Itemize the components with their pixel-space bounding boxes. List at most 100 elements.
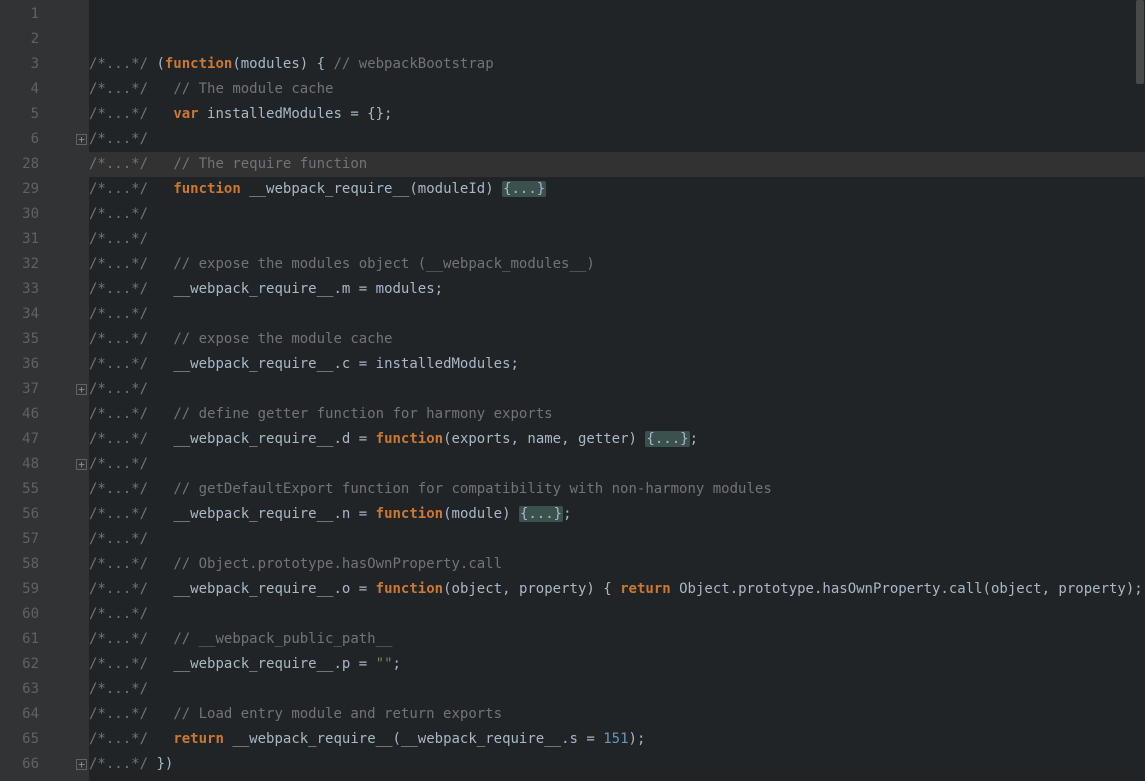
code-line[interactable]: /*...*/ [89, 127, 1145, 152]
fold-column: + + + + [47, 0, 89, 781]
block-comment-marker: /*...*/ [89, 356, 148, 372]
keyword: return [173, 731, 224, 747]
code-line[interactable]: /*...*/ // expose the modules object (__… [89, 252, 1145, 277]
code-line[interactable]: /*...*/ __webpack_require__.c = installe… [89, 352, 1145, 377]
code-token: = [350, 656, 375, 672]
line-number: 56 [0, 502, 39, 527]
code-token [148, 281, 173, 297]
code-token: , [1042, 581, 1059, 597]
line-number: 2 [0, 27, 39, 52]
block-comment-marker: /*...*/ [89, 631, 148, 647]
code-token: s [570, 731, 578, 747]
folded-region[interactable]: {...} [502, 181, 546, 197]
code-token: __webpack_require__ [249, 181, 409, 197]
line-number: 1 [0, 2, 39, 27]
code-line[interactable]: /*...*/ __webpack_require__.m = modules; [89, 277, 1145, 302]
code-line[interactable]: /*...*/ [89, 602, 1145, 627]
folded-region[interactable]: {...} [519, 506, 563, 522]
code-line[interactable]: /*...*/ // The require function [89, 152, 1145, 177]
code-token [148, 631, 173, 647]
code-token [148, 706, 173, 722]
code-line[interactable]: /*...*/ __webpack_require__.p = ""; [89, 652, 1145, 677]
code-area[interactable]: /*...*/ (function(modules) { // webpackB… [89, 0, 1145, 781]
block-comment-marker: /*...*/ [89, 381, 148, 397]
code-token: . [333, 281, 341, 297]
line-number: 34 [0, 302, 39, 327]
code-line[interactable]: /*...*/ __webpack_require__.n = function… [89, 502, 1145, 527]
block-comment-marker: /*...*/ [89, 181, 148, 197]
folded-region[interactable]: {...} [645, 431, 689, 447]
block-comment-marker: /*...*/ [89, 81, 148, 97]
code-line[interactable]: /*...*/ // Load entry module and return … [89, 702, 1145, 727]
code-line[interactable]: /*...*/ [89, 777, 1145, 781]
code-token: = [350, 431, 375, 447]
code-line[interactable]: /*...*/ function __webpack_require__(mod… [89, 177, 1145, 202]
line-number: 28 [0, 152, 39, 177]
code-token: ( [443, 506, 451, 522]
fold-toggle[interactable]: + [76, 759, 87, 770]
code-line[interactable]: /*...*/ [89, 202, 1145, 227]
line-number: 46 [0, 402, 39, 427]
code-line[interactable]: /*...*/ [89, 452, 1145, 477]
code-token [148, 731, 173, 747]
code-line[interactable]: /*...*/ [89, 227, 1145, 252]
line-number: 36 [0, 352, 39, 377]
code-token: ( [409, 181, 417, 197]
line-number: 29 [0, 177, 39, 202]
code-token: }) [148, 756, 173, 772]
code-line[interactable]: /*...*/ // getDefaultExport function for… [89, 477, 1145, 502]
code-line[interactable]: /*...*/ // __webpack_public_path__ [89, 627, 1145, 652]
code-token: ( [232, 56, 240, 72]
line-number: 33 [0, 277, 39, 302]
code-line[interactable]: /*...*/ return __webpack_require__(__web… [89, 727, 1145, 752]
line-number: 57 [0, 527, 39, 552]
code-line[interactable]: /*...*/ __webpack_require__.o = function… [89, 577, 1145, 602]
scrollbar-thumb[interactable] [1136, 0, 1144, 84]
code-token: ) [629, 731, 637, 747]
code-line[interactable]: /*...*/ // expose the module cache [89, 327, 1145, 352]
code-token: __webpack_require__ [232, 731, 392, 747]
code-line[interactable]: /*...*/ [89, 302, 1145, 327]
comment: // __webpack_public_path__ [173, 631, 392, 647]
line-number: 3 [0, 52, 39, 77]
code-token: getter [578, 431, 629, 447]
line-number: 65 [0, 727, 39, 752]
vertical-scrollbar[interactable] [1133, 0, 1145, 781]
code-token: . [333, 506, 341, 522]
code-line[interactable]: /*...*/ // Object.prototype.hasOwnProper… [89, 552, 1145, 577]
fold-toggle[interactable]: + [76, 134, 87, 145]
code-line[interactable]: /*...*/ }) [89, 752, 1145, 777]
code-line[interactable]: /*...*/ [89, 677, 1145, 702]
code-token: . [561, 731, 569, 747]
number: 151 [603, 731, 628, 747]
fold-toggle[interactable]: + [76, 384, 87, 395]
block-comment-marker: /*...*/ [89, 306, 148, 322]
block-comment-marker: /*...*/ [89, 431, 148, 447]
code-line[interactable]: /*...*/ // The module cache [89, 77, 1145, 102]
code-token [148, 506, 173, 522]
code-token [148, 81, 173, 97]
code-token: ; [435, 281, 443, 297]
code-token [148, 156, 173, 172]
block-comment-marker: /*...*/ [89, 706, 148, 722]
code-token: module [452, 506, 503, 522]
code-token: ( [392, 731, 400, 747]
line-number: 5 [0, 102, 39, 127]
block-comment-marker: /*...*/ [89, 581, 148, 597]
block-comment-marker: /*...*/ [89, 106, 148, 122]
code-token: __webpack_require__ [173, 581, 333, 597]
fold-toggle[interactable]: + [76, 459, 87, 470]
line-number: 35 [0, 327, 39, 352]
keyword: function [376, 581, 443, 597]
code-line[interactable]: /*...*/ [89, 377, 1145, 402]
code-line[interactable]: /*...*/ [89, 527, 1145, 552]
code-line[interactable]: /*...*/ var installedModules = {}; [89, 102, 1145, 127]
code-token: = [350, 581, 375, 597]
code-token: moduleId [418, 181, 485, 197]
code-line[interactable]: /*...*/ __webpack_require__.d = function… [89, 427, 1145, 452]
code-line[interactable]: /*...*/ // define getter function for ha… [89, 402, 1145, 427]
code-line[interactable]: /*...*/ (function(modules) { // webpackB… [89, 52, 1145, 77]
comment: // expose the modules object (__webpack_… [173, 256, 594, 272]
code-token: property [1058, 581, 1125, 597]
code-token: object [991, 581, 1042, 597]
